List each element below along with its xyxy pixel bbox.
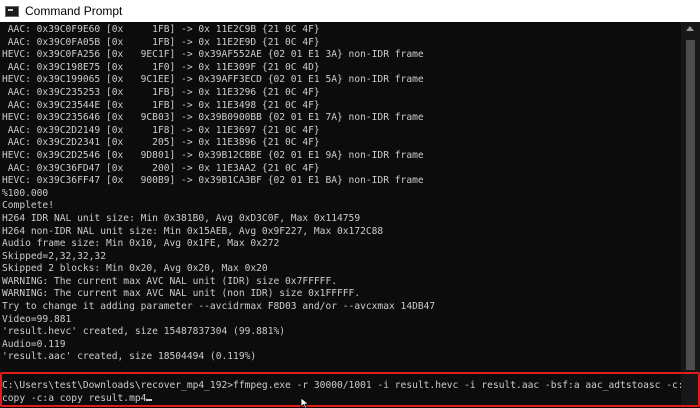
output-line: Skipped 2 blocks: Min 0x20, Avg 0x20, Ma… [2, 263, 268, 275]
vertical-scrollbar[interactable] [681, 22, 700, 407]
window-title: Command Prompt [25, 4, 123, 18]
output-line: H264 IDR NAL unit size: Min 0x381B0, Avg… [2, 212, 361, 224]
output-line: AAC: 0x39C2D2149 [0x 1F8] -> 0x 11E3697 … [2, 124, 320, 136]
output-line: 'result.hevc' created, size 15487837304 … [2, 326, 286, 338]
output-line: Try to change it adding parameter --avci… [2, 301, 436, 313]
output-line: HEVC: 0x39C235646 [0x 9CB03] -> 0x39B090… [2, 112, 424, 124]
command-input[interactable]: C:\Users\test\Downloads\recover_mp4_192>… [2, 379, 681, 405]
scrollbar-thumb[interactable] [686, 40, 695, 370]
command-line-2-text: copy -c:a copy result.mp4 [2, 392, 147, 404]
output-line: HEVC: 0x39C0FA256 [0x 9EC1F] -> 0x39AF55… [2, 49, 424, 61]
output-line: HEVC: 0x39C36FF47 [0x 900B9] -> 0x39B1CA… [2, 175, 424, 187]
output-line: 'result.aac' created, size 18504494 (0.1… [2, 351, 257, 363]
output-line: Audio=0.119 [2, 338, 66, 350]
title-bar[interactable]: Command Prompt [0, 0, 700, 22]
command-line-2: copy -c:a copy result.mp4 [2, 392, 681, 405]
output-line: AAC: 0x39C198E75 [0x 1F0] -> 0x 11E309F … [2, 61, 320, 73]
output-line: WARNING: The current max AVC NAL unit (n… [2, 288, 361, 300]
output-line: AAC: 0x39C2D2341 [0x 205] -> 0x 11E3896 … [2, 137, 320, 149]
output-line: Skipped=2,32,32,32 [2, 250, 106, 262]
cmd-icon [5, 5, 19, 17]
console-output[interactable]: AAC: 0x39C0F9E60 [0x 1FB] -> 0x 11E2C9B … [0, 22, 681, 407]
output-line: AAC: 0x39C235253 [0x 1FB] -> 0x 11E3296 … [2, 86, 320, 98]
output-line: Audio frame size: Min 0x10, Avg 0x1FE, M… [2, 238, 280, 250]
command-line-1: C:\Users\test\Downloads\recover_mp4_192>… [2, 379, 681, 391]
output-line: AAC: 0x39C0F9E60 [0x 1FB] -> 0x 11E2C9B … [2, 24, 320, 35]
output-line: Complete! [2, 200, 54, 212]
output-lines: AAC: 0x39C0F9E60 [0x 1FB] -> 0x 11E2C9B … [2, 24, 681, 377]
scroll-up-arrow-icon[interactable] [686, 26, 694, 31]
output-line: %100.000 [2, 187, 49, 199]
output-line: HEVC: 0x39C199065 [0x 9C1EE] -> 0x39AFF3… [2, 74, 424, 86]
output-line: Video=99.881 [2, 313, 72, 325]
command-prompt-window: Command Prompt AAC: 0x39C0F9E60 [0x 1FB]… [0, 0, 700, 408]
text-cursor [146, 398, 153, 401]
output-line: HEVC: 0x39C2D2546 [0x 9D801] -> 0x39B12C… [2, 149, 424, 161]
output-line: AAC: 0x39C36FD47 [0x 200] -> 0x 11E3AA2 … [2, 162, 320, 174]
output-line: AAC: 0x39C0FA05B [0x 1FB] -> 0x 11E2E9D … [2, 36, 320, 48]
output-line: H264 non-IDR NAL unit size: Min 0x15AEB,… [2, 225, 384, 237]
output-line: AAC: 0x39C23544E [0x 1FB] -> 0x 11E3498 … [2, 99, 320, 111]
output-line: WARNING: The current max AVC NAL unit (I… [2, 275, 338, 287]
